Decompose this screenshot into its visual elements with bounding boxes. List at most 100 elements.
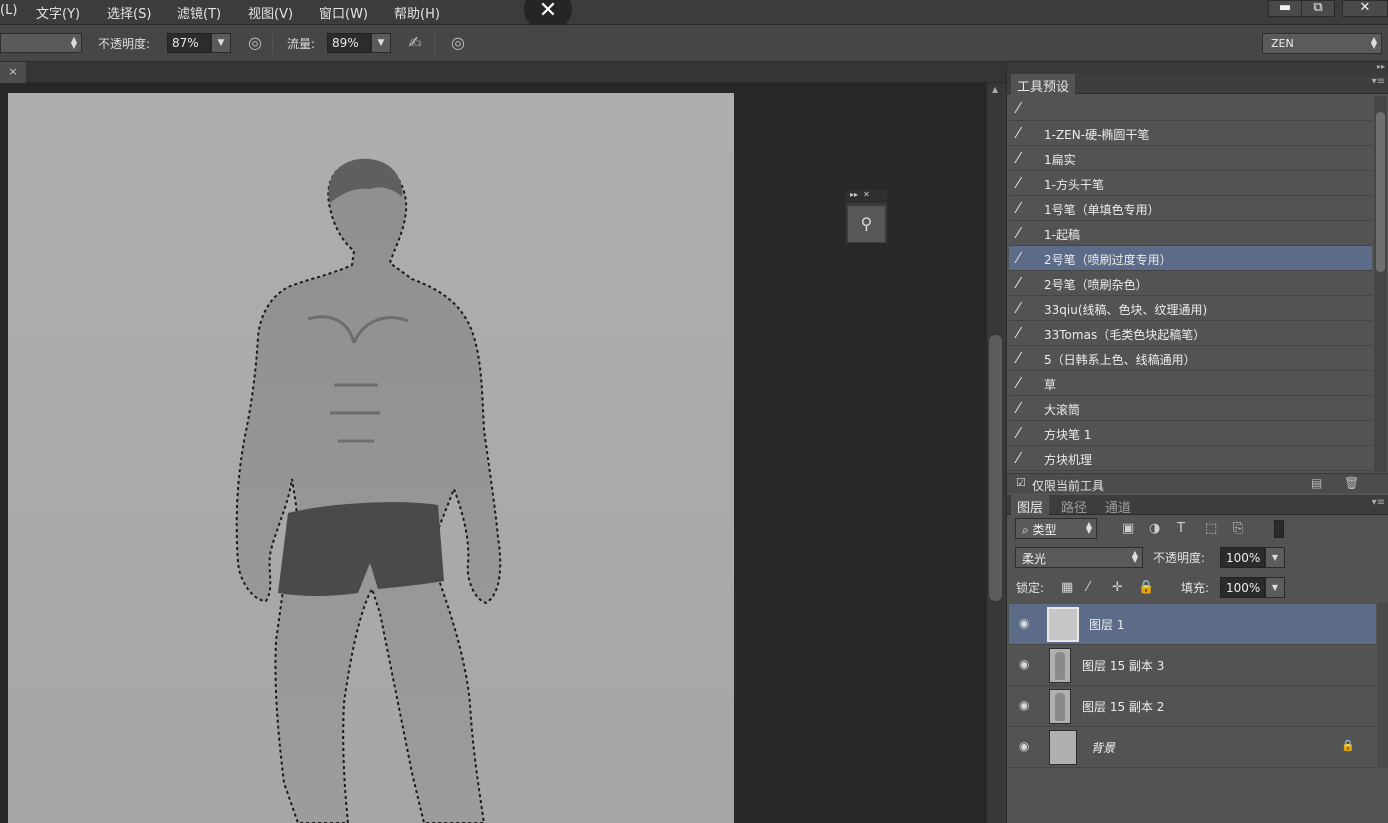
panel-menu-icon[interactable]: ▾≡ (1372, 497, 1385, 508)
blend-row: 柔光 ▲ ▼ 不透明度: 100% ▼ (1007, 543, 1388, 572)
menu-select[interactable]: 选择(S) (107, 3, 151, 22)
lock-transparency-icon[interactable]: ▦ (1061, 580, 1073, 595)
floating-panel-header[interactable]: ▸▸ ✕ (846, 190, 887, 203)
preset-item[interactable]: ⁄ 1-起稿 (1009, 221, 1372, 246)
opacity-field[interactable]: 87% (167, 33, 211, 53)
layer-name: 图层 15 副本 2 (1082, 700, 1165, 714)
preset-item[interactable]: ⁄ 5（日韩系上色、线稿通用） (1009, 346, 1372, 371)
brush-icon: ⁄ (1017, 99, 1020, 117)
brush-icon: ⁄ (1017, 224, 1020, 242)
workspace-name: ZEN (1271, 37, 1294, 50)
restore-button[interactable]: ⧉ (1301, 0, 1335, 17)
preset-item[interactable]: ⁄ 1号笔（单填色专用） (1009, 196, 1372, 221)
preset-item[interactable]: ⁄ (1009, 96, 1372, 121)
preset-item[interactable]: ⁄ 33Tomas（毛类色块起稿笔） (1009, 321, 1372, 346)
preset-item[interactable]: ⁄ 2号笔（喷刷杂色） (1009, 271, 1372, 296)
brush-icon: ⁄ (1017, 349, 1020, 367)
filter-kind-value: 类型 (1032, 523, 1057, 537)
eye-icon[interactable]: ◉ (1019, 616, 1029, 630)
menu-window[interactable]: 窗口(W) (319, 3, 368, 22)
brush-preset-picker[interactable]: ▲ ▼ (0, 33, 82, 53)
eye-icon[interactable]: ◉ (1019, 657, 1029, 671)
layer-opacity-field[interactable]: 100% (1220, 547, 1265, 568)
window-close-button[interactable]: ✕ (1342, 0, 1388, 17)
brush-icon: ⁄ (1017, 274, 1020, 292)
document-close-button[interactable]: × (0, 62, 26, 83)
layer-row[interactable]: ◉ 图层 15 副本 2 (1009, 686, 1376, 727)
layer-name: 图层 15 副本 3 (1082, 659, 1165, 673)
type-layer-filter-icon[interactable]: T (1177, 521, 1185, 536)
scrollbar-thumb[interactable] (1376, 112, 1385, 272)
flow-dropdown-button[interactable]: ▼ (371, 33, 391, 53)
layer-row-selected[interactable]: ◉ 图层 1 (1009, 604, 1376, 645)
layer-opacity-dropdown[interactable]: ▼ (1265, 547, 1285, 568)
opacity-dropdown-button[interactable]: ▼ (211, 33, 231, 53)
fill-dropdown[interactable]: ▼ (1265, 577, 1285, 598)
blend-mode-select[interactable]: 柔光 ▲ ▼ (1015, 547, 1143, 568)
menu-view[interactable]: 视图(V) (248, 3, 293, 22)
preset-list-scrollbar[interactable] (1374, 96, 1387, 472)
layer-row[interactable]: ◉ 图层 15 副本 3 (1009, 645, 1376, 686)
flow-field[interactable]: 89% (327, 33, 371, 53)
menu-filter[interactable]: 滤镜(T) (177, 3, 221, 22)
tablet-pressure-opacity-icon[interactable]: ◎ (244, 32, 266, 54)
canvas-area[interactable] (0, 83, 987, 823)
figure-thumbnail (1055, 693, 1065, 721)
menu-type[interactable]: 文字(Y) (36, 3, 80, 22)
preset-item[interactable]: ⁄ 方块机理 (1009, 446, 1372, 471)
lock-all-icon[interactable]: 🔒 (1138, 580, 1154, 595)
workspace-select[interactable]: ZEN ▲ ▼ (1262, 33, 1382, 54)
smart-object-filter-icon[interactable]: ⎘ (1233, 521, 1243, 536)
document-canvas[interactable] (8, 93, 734, 823)
canvas-vertical-scrollbar[interactable]: ▲ (987, 83, 1006, 823)
menu-layer[interactable]: (L) (0, 3, 17, 18)
preset-item[interactable]: ⁄ 33qiu(线稿、色块、纹理通用) (1009, 296, 1372, 321)
pixel-layer-filter-icon[interactable]: ▣ (1122, 521, 1134, 536)
tab-channels[interactable]: 通道 (1099, 495, 1137, 516)
brush-icon: ⁄ (1017, 174, 1020, 192)
scrollbar-thumb[interactable] (989, 335, 1002, 601)
menu-help[interactable]: 帮助(H) (394, 3, 440, 22)
airbrush-icon[interactable]: ✍ (404, 32, 426, 54)
minimize-button[interactable]: ▬ (1268, 0, 1302, 17)
layers-scrollbar[interactable] (1377, 603, 1388, 768)
flow-label: 流量: (287, 37, 316, 51)
preset-label: 1-方头干笔 (1044, 178, 1104, 192)
eye-icon[interactable]: ◉ (1019, 698, 1029, 712)
preset-label: 1-ZEN-硬-椭圆干笔 (1044, 128, 1150, 142)
new-preset-icon[interactable]: ▤ (1311, 476, 1322, 490)
adjustment-layer-filter-icon[interactable]: ◑ (1149, 521, 1160, 536)
preset-label: 33Tomas（毛类色块起稿笔） (1044, 328, 1206, 342)
preset-item[interactable]: ⁄ 1-ZEN-硬-椭圆干笔 (1009, 121, 1372, 146)
trash-icon[interactable]: 🗑 (1344, 476, 1359, 490)
tab-layers[interactable]: 图层 (1011, 495, 1050, 516)
preset-item[interactable]: ⁄ 1-方头干笔 (1009, 171, 1372, 196)
preset-item[interactable]: ⁄ 大滚筒 (1009, 396, 1372, 421)
brush-icon: ⁄ (1017, 449, 1020, 467)
panel-menu-icon[interactable]: ▾≡ (1372, 76, 1385, 87)
fill-field[interactable]: 100% (1220, 577, 1265, 598)
updown-icon: ▲ ▼ (70, 35, 77, 50)
eye-icon[interactable]: ◉ (1019, 739, 1029, 753)
lock-pixels-icon[interactable]: ⁄ (1087, 580, 1089, 595)
layer-name: 图层 1 (1089, 618, 1125, 632)
preset-label: 大滚筒 (1044, 403, 1081, 417)
tab-paths[interactable]: 路径 (1055, 495, 1093, 516)
current-tool-only-checkbox[interactable]: ☑ (1016, 476, 1026, 489)
preset-item[interactable]: ⁄ 草 (1009, 371, 1372, 396)
updown-icon: ▲ ▼ (1131, 549, 1138, 564)
brush-presets-icon[interactable]: ⚲ (848, 206, 885, 242)
shape-layer-filter-icon[interactable]: ⬚ (1205, 521, 1217, 536)
preset-item[interactable]: ⁄ 1扁实 (1009, 146, 1372, 171)
preset-item-selected[interactable]: ⁄ 2号笔（喷刷过度专用） (1009, 246, 1372, 271)
filter-toggle-switch[interactable] (1274, 520, 1284, 538)
brush-icon: ⁄ (1017, 124, 1020, 142)
tablet-pressure-size-icon[interactable]: ◎ (447, 32, 469, 54)
layer-row[interactable]: ◉ 背景 🔒 (1009, 727, 1376, 768)
preset-item[interactable]: ⁄ 方块笔 1 (1009, 421, 1372, 446)
dock-collapse-icon[interactable]: ▸▸ (1007, 62, 1388, 74)
layer-filter-kind-select[interactable]: ⌕ 类型 ▲ ▼ (1015, 518, 1097, 539)
tab-tool-presets[interactable]: 工具预设 (1011, 74, 1076, 95)
lock-position-icon[interactable]: ✛ (1112, 580, 1123, 595)
scroll-up-icon[interactable]: ▲ (992, 85, 998, 94)
